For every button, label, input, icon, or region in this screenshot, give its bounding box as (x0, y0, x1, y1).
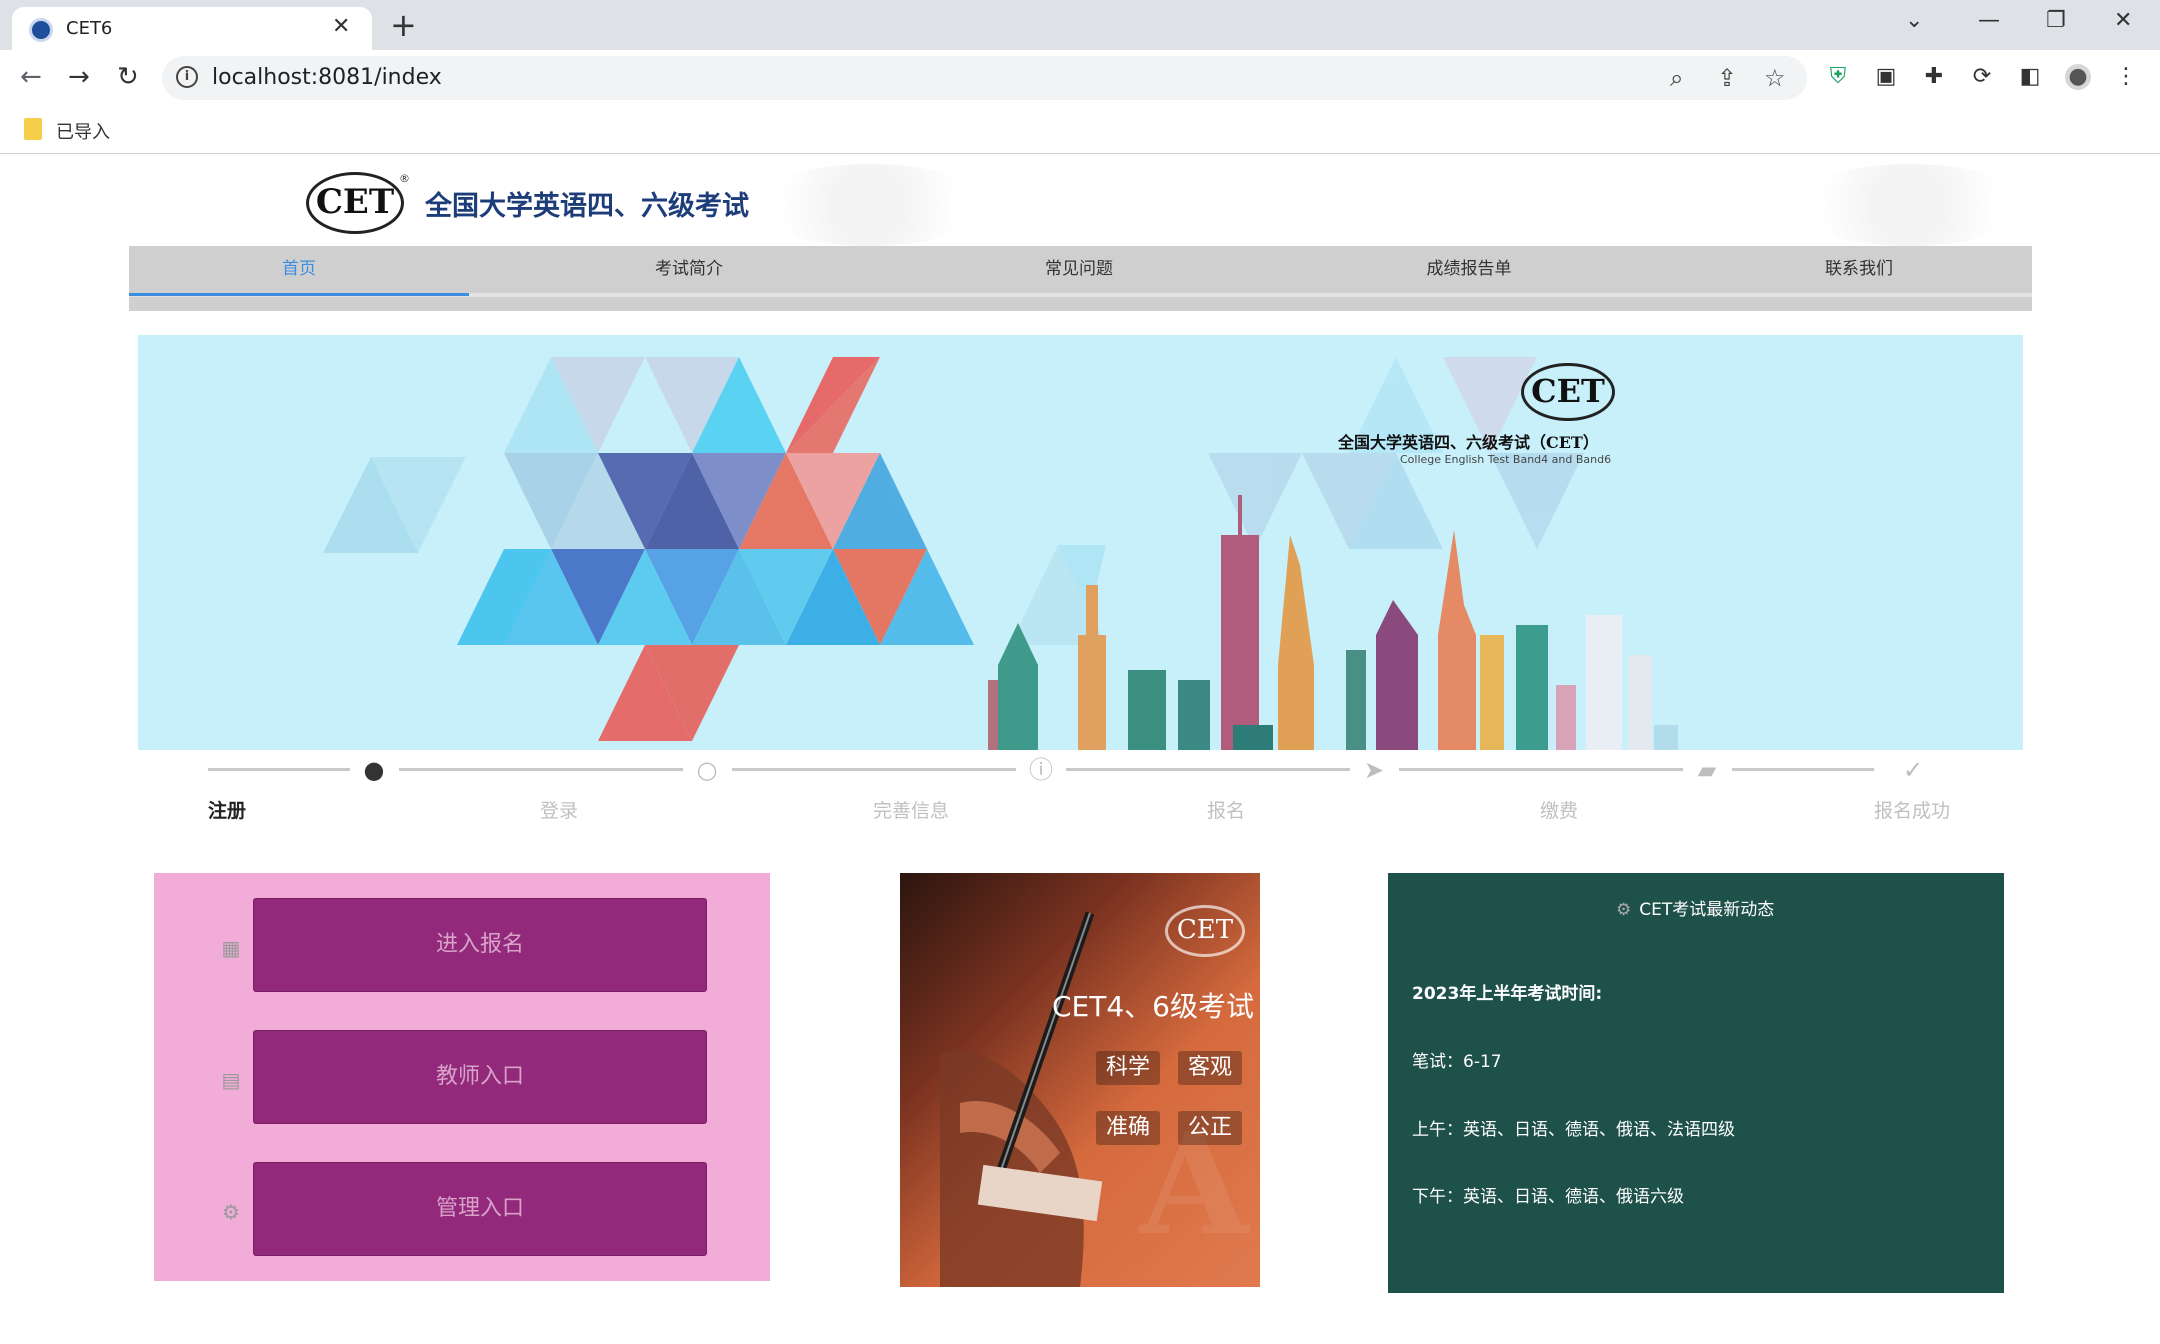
registration-steps: ● ○ ⓘ ➤ ▰ ✓ 注册 登录 完善信息 报名 缴费 报名成功 (190, 750, 1990, 830)
grid-icon: ▦ (221, 936, 241, 960)
restore-window-icon[interactable]: ❐ (2046, 8, 2066, 33)
step-label-login: 登录 (540, 800, 579, 822)
step-connector (1399, 768, 1683, 771)
wallet-icon: ▰ (1697, 756, 1717, 784)
nav-item-faq[interactable]: 常见问题 (909, 246, 1249, 294)
news-panel: ⚙ CET考试最新动态 2023年上半年考试时间: 笔试：6-17 上午：英语、日… (1388, 873, 2004, 1293)
new-tab-plus-icon[interactable]: + (390, 6, 417, 44)
document-icon: ▤ (221, 1068, 241, 1092)
step-connector (399, 768, 683, 771)
hero-banner: CET 全国大学英语四、六级考试（CET） College English Te… (138, 335, 2023, 750)
browser-toolbar: ← → ↻ i localhost:8081/index ⌕ ⇪ ☆ ⛨ ▣ ✚… (0, 50, 2160, 108)
promo-image: A CET CET4、6级考试 科学 客观 准确 公正 (900, 873, 1260, 1287)
gear-icon: ⚙ (1616, 900, 1632, 920)
banner-title: 全国大学英语四、六级考试（CET） (1338, 433, 1599, 452)
nav-item-contact[interactable]: 联系我们 (1689, 246, 2029, 294)
step-connector (1066, 768, 1350, 771)
header-watermark (749, 164, 989, 246)
nav-item-intro[interactable]: 考试简介 (519, 246, 859, 294)
entry-panel: ▦ 进入报名 ▤ 教师入口 ⚙ 管理入口 (154, 873, 770, 1281)
step-label-complete-info: 完善信息 (873, 800, 950, 822)
cet-logo[interactable]: CET (306, 172, 404, 234)
promo-tag-accurate: 准确 (1096, 1111, 1160, 1145)
user-icon: ● (363, 756, 385, 784)
step-label-success: 报名成功 (1874, 800, 1951, 822)
teacher-entry-button[interactable]: 教师入口 (253, 1030, 707, 1124)
tab-title: CET6 (66, 18, 113, 39)
header-watermark (1789, 164, 2029, 246)
banner-graphic (323, 357, 1678, 750)
news-line: 笔试：6-17 (1412, 1052, 1502, 1072)
promo-cet-logo: CET (1165, 905, 1245, 957)
address-bar[interactable]: i localhost:8081/index ⌕ ⇪ ☆ (162, 56, 1807, 100)
browser-menu-icon[interactable]: ⋮ (2113, 64, 2139, 90)
tab-search-chevron-icon[interactable]: ⌄ (1905, 8, 1923, 33)
gear-icon: ⚙ (222, 1200, 240, 1224)
banner-cet-logo: CET (1521, 363, 1615, 421)
profile-avatar-icon[interactable]: ● (2065, 64, 2091, 90)
extension-app-icon[interactable]: ▣ (1873, 64, 1899, 90)
reload-icon[interactable]: ↻ (117, 62, 139, 92)
step-connector (1732, 768, 1874, 771)
news-heading: ⚙ CET考试最新动态 (1616, 895, 1774, 920)
step-label-payment: 缴费 (1540, 800, 1579, 822)
bookmarks-bar: 已导入 (0, 108, 2160, 154)
news-line: 下午：英语、日语、德语、俄语六级 (1412, 1187, 1684, 1207)
close-window-icon[interactable]: ✕ (2114, 8, 2132, 33)
site-header: CET ® 全国大学英语四、六级考试 (129, 164, 2032, 246)
news-line: 2023年上半年考试时间: (1412, 984, 1603, 1004)
admin-entry-button[interactable]: 管理入口 (253, 1162, 707, 1256)
info-icon: ⓘ (1029, 756, 1053, 784)
browser-tab-strip: CET6 ✕ + ⌄ — ❐ ✕ (0, 0, 2160, 50)
main-nav: 首页 考试简介 常见问题 成绩报告单 联系我们 (129, 246, 2032, 311)
folder-icon (24, 118, 42, 140)
site-favicon-icon (29, 18, 53, 42)
back-arrow-icon[interactable]: ← (20, 62, 42, 92)
performance-icon[interactable]: ⟳ (1969, 64, 1995, 90)
side-panel-icon[interactable]: ◧ (2017, 64, 2043, 90)
step-label-apply: 报名 (1207, 800, 1246, 822)
user-outline-icon: ○ (696, 756, 718, 784)
bookmark-star-icon[interactable]: ☆ (1764, 64, 1786, 92)
promo-tag-fair: 公正 (1178, 1111, 1242, 1145)
minimize-window-icon[interactable]: — (1978, 8, 2000, 33)
nav-item-score-report[interactable]: 成绩报告单 (1299, 246, 1639, 294)
close-tab-icon[interactable]: ✕ (332, 14, 350, 39)
news-line: 上午：英语、日语、德语、俄语、法语四级 (1412, 1120, 1735, 1140)
news-heading-text: CET考试最新动态 (1639, 900, 1775, 920)
enter-signup-button[interactable]: 进入报名 (253, 898, 707, 992)
browser-tab[interactable]: CET6 ✕ (12, 7, 372, 50)
site-title: 全国大学英语四、六级考试 (425, 191, 749, 222)
site-info-icon[interactable]: i (176, 66, 198, 88)
promo-title: CET4、6级考试 (1052, 990, 1254, 1023)
shield-extension-icon[interactable]: ⛨ (1825, 64, 1851, 90)
forward-arrow-icon[interactable]: → (68, 62, 90, 92)
bookmark-folder-imported[interactable]: 已导入 (56, 118, 110, 144)
step-connector (732, 768, 1016, 771)
registered-mark: ® (399, 172, 410, 185)
promo-tag-objective: 客观 (1178, 1051, 1242, 1085)
url-text[interactable]: localhost:8081/index (212, 65, 442, 90)
check-icon: ✓ (1902, 756, 1924, 784)
banner-subtitle: College English Test Band4 and Band6 (1400, 453, 1612, 466)
extensions-puzzle-icon[interactable]: ✚ (1921, 64, 1947, 90)
promo-tag-scientific: 科学 (1096, 1051, 1160, 1085)
step-label-register: 注册 (208, 800, 247, 822)
send-icon: ➤ (1363, 756, 1385, 784)
step-connector (208, 768, 350, 771)
zoom-icon[interactable]: ⌕ (1670, 64, 1683, 92)
share-icon[interactable]: ⇪ (1717, 64, 1737, 92)
nav-item-home[interactable]: 首页 (129, 246, 469, 296)
